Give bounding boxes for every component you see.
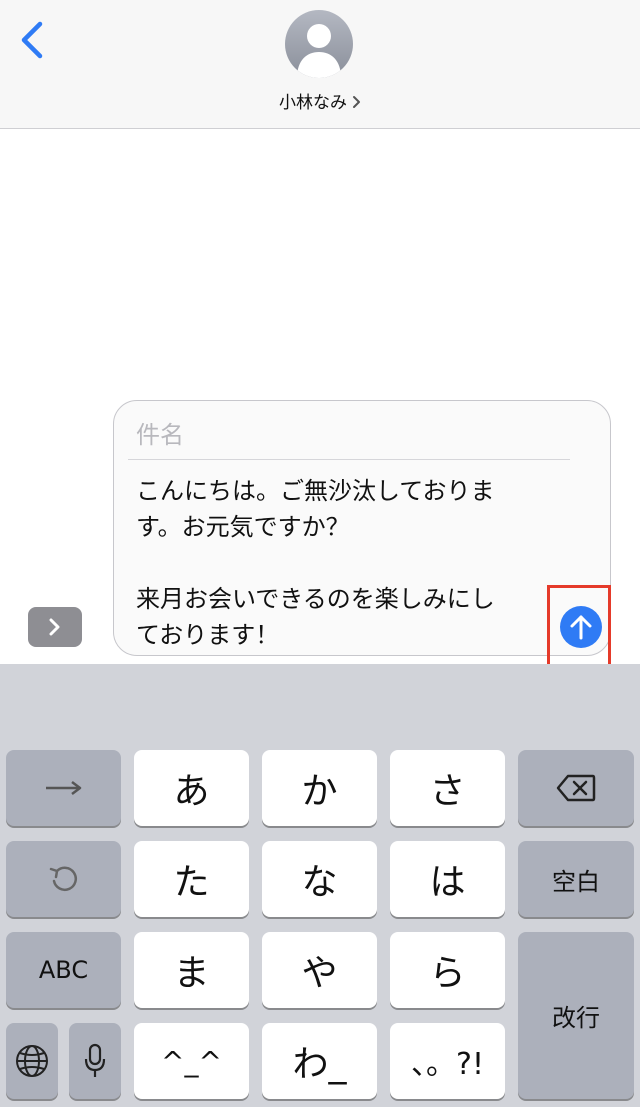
backspace-icon xyxy=(556,774,596,802)
space-key[interactable]: 空白 xyxy=(518,841,634,917)
expand-apps-button[interactable] xyxy=(28,607,82,647)
message-compose-field[interactable]: 件名 こんにちは。ご無沙汰しておりま す。お元気ですか？ 来月お会いできるのを楽… xyxy=(113,400,611,656)
send-button[interactable] xyxy=(560,606,602,648)
subject-divider xyxy=(128,459,570,460)
key-ta[interactable]: た xyxy=(134,841,249,917)
arrow-up-icon xyxy=(570,615,592,640)
chevron-right-icon xyxy=(353,96,360,108)
subject-field[interactable]: 件名 xyxy=(136,415,184,450)
contact-avatar[interactable] xyxy=(285,10,353,78)
key-ya[interactable]: や xyxy=(262,932,377,1008)
message-text[interactable]: こんにちは。ご無沙汰しておりま す。お元気ですか？ 来月お会いできるのを楽しみに… xyxy=(136,473,546,653)
abc-key[interactable]: ABC xyxy=(6,932,121,1008)
arrow-right-icon xyxy=(45,781,81,795)
contact-name: 小林なみ xyxy=(279,93,347,113)
japanese-flick-keyboard: あ か さ た な は 空白 ABC ま や ら 改行 ^_^ わ_ 、。?! xyxy=(0,664,640,1107)
key-ra[interactable]: ら xyxy=(390,932,505,1008)
key-ka[interactable]: か xyxy=(262,750,377,826)
mic-key[interactable] xyxy=(69,1023,121,1099)
globe-key[interactable] xyxy=(6,1023,58,1099)
key-sa[interactable]: さ xyxy=(390,750,505,826)
return-key[interactable]: 改行 xyxy=(518,932,634,1099)
key-na[interactable]: な xyxy=(262,841,377,917)
globe-icon xyxy=(16,1045,48,1077)
microphone-icon xyxy=(84,1043,106,1077)
key-wa[interactable]: わ_ xyxy=(262,1023,377,1099)
person-icon xyxy=(297,24,341,78)
key-ma[interactable]: ま xyxy=(134,932,249,1008)
key-a[interactable]: あ xyxy=(134,750,249,826)
delete-key[interactable] xyxy=(518,750,634,826)
punctuation-key[interactable]: 、。?! xyxy=(390,1023,505,1099)
next-candidate-key[interactable] xyxy=(6,750,121,826)
conversation-header: 小林なみ xyxy=(0,0,640,129)
key-ha[interactable]: は xyxy=(390,841,505,917)
back-button[interactable] xyxy=(18,20,48,60)
undo-key[interactable] xyxy=(6,841,121,917)
emoticon-key[interactable]: ^_^ xyxy=(134,1023,249,1099)
chevron-right-icon xyxy=(49,618,60,636)
undo-icon xyxy=(49,866,77,891)
contact-name-button[interactable]: 小林なみ xyxy=(0,88,640,113)
chevron-left-icon xyxy=(21,21,43,59)
